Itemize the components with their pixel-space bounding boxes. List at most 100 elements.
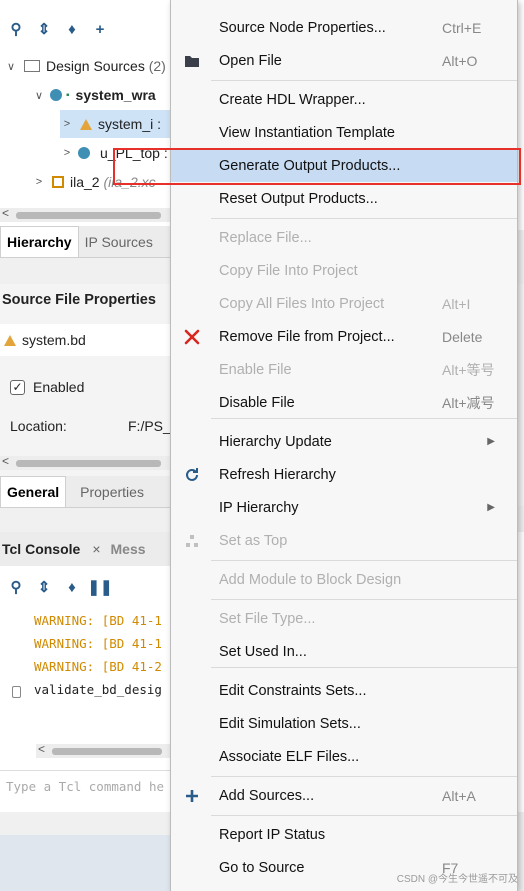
menu-item-disable-file[interactable]: Disable File Alt+减号 xyxy=(171,386,517,419)
module-dot-icon xyxy=(78,147,90,159)
menu-item-open-file[interactable]: Open File Alt+O xyxy=(171,44,517,77)
tab-ip-sources[interactable]: IP Sources xyxy=(79,226,159,257)
menu-item-view-instantiation-template[interactable]: View Instantiation Template xyxy=(171,116,517,149)
hierarchy-icon xyxy=(181,530,203,552)
context-menu: Source Node Properties... Ctrl+E Open File… xyxy=(170,0,518,891)
menu-separator xyxy=(211,599,517,600)
block-design-icon xyxy=(4,334,16,346)
tree-label: ila_2 xyxy=(70,174,100,190)
menu-item-remove-file-from-project[interactable]: Remove File from Project... Delete xyxy=(171,320,517,353)
menu-item-reset-output-products[interactable]: Reset Output Products... xyxy=(171,182,517,215)
count-badge: (2) xyxy=(148,58,166,74)
scrollbar-thumb[interactable] xyxy=(16,460,161,467)
tab-tcl-console[interactable]: Tcl Console xyxy=(0,541,80,557)
console-line: WARNING: [BD 41-1 xyxy=(34,636,162,651)
expand-all-icon[interactable]: ♦ xyxy=(62,577,82,597)
menu-item-set-used-in[interactable]: Set Used In... xyxy=(171,635,517,668)
console-toolbar: ⚲ ⇕ ♦ ❚❚ xyxy=(0,572,170,602)
menu-item-label: Report IP Status xyxy=(219,826,326,843)
tree-system-i[interactable]: > system_i : xyxy=(60,110,170,138)
tab-properties[interactable]: Properties xyxy=(66,476,150,507)
enabled-checkbox[interactable]: ✓ xyxy=(10,379,25,395)
menu-item-label: Edit Constraints Sets... xyxy=(219,682,367,699)
horizontal-scrollbar[interactable]: < xyxy=(36,742,170,758)
menu-item-label: Source Node Properties... xyxy=(219,19,386,36)
menu-item-edit-simulation-sets[interactable]: Edit Simulation Sets... xyxy=(171,707,517,740)
menu-item-label: Reset Output Products... xyxy=(219,190,378,207)
block-design-icon xyxy=(80,118,92,130)
bottom-strip xyxy=(0,835,170,891)
menu-item-ip-hierarchy[interactable]: IP Hierarchy ▶ xyxy=(171,491,517,524)
scrollbar-thumb[interactable] xyxy=(52,748,162,755)
red-x-icon xyxy=(181,326,203,348)
menu-item-add-module-to-block-design: Add Module to Block Design xyxy=(171,563,517,596)
menu-item-add-sources[interactable]: Add Sources... Alt+A xyxy=(171,779,517,812)
scroll-left-icon[interactable]: < xyxy=(2,454,9,468)
menu-item-generate-output-products[interactable]: Generate Output Products... xyxy=(171,149,517,182)
menu-item-label: Generate Output Products... xyxy=(219,157,401,174)
search-icon[interactable]: ⚲ xyxy=(6,577,26,597)
menu-item-report-ip-status[interactable]: Report IP Status xyxy=(171,818,517,851)
ip-icon xyxy=(52,176,64,188)
menu-item-label: Set Used In... xyxy=(219,643,307,660)
menu-item-enable-file: Enable File Alt+等号 xyxy=(171,353,517,386)
menu-item-replace-file: Replace File... xyxy=(171,221,517,254)
submenu-arrow-icon: ▶ xyxy=(487,502,495,513)
tree-label: system_i : xyxy=(98,116,162,132)
close-icon[interactable]: × xyxy=(92,541,100,557)
tree-label: Design Sources xyxy=(46,58,145,74)
scroll-left-icon[interactable]: < xyxy=(38,742,45,756)
menu-item-label: Add Module to Block Design xyxy=(219,571,402,588)
menu-separator xyxy=(211,80,517,81)
chevron-right-icon[interactable]: > xyxy=(60,118,74,130)
scroll-left-icon[interactable]: < xyxy=(2,206,9,220)
tab-messages[interactable]: Mess xyxy=(111,541,146,557)
tree-pl-top[interactable]: > u_PL_top : xyxy=(60,139,168,167)
menu-separator xyxy=(211,418,517,419)
tcl-command-input[interactable]: Type a Tcl command he xyxy=(0,770,170,798)
menu-item-refresh-hierarchy[interactable]: Refresh Hierarchy xyxy=(171,458,517,491)
add-icon[interactable]: + xyxy=(90,19,110,39)
enabled-row: ✓ Enabled xyxy=(10,379,84,395)
menu-separator xyxy=(211,218,517,219)
menu-item-label: Open File xyxy=(219,52,282,69)
chevron-down-icon[interactable]: ∨ xyxy=(32,89,46,102)
tab-general[interactable]: General xyxy=(0,476,67,507)
chevron-down-icon[interactable]: ∨ xyxy=(4,60,18,73)
menu-item-copy-file-into-project: Copy File Into Project xyxy=(171,254,517,287)
menu-item-label: Set as Top xyxy=(219,532,288,549)
refresh-icon xyxy=(181,464,203,486)
menu-item-associate-elf-files[interactable]: Associate ELF Files... xyxy=(171,740,517,773)
chevron-right-icon[interactable]: > xyxy=(32,176,46,188)
pause-icon[interactable]: ❚❚ xyxy=(87,577,112,597)
chevron-right-icon[interactable]: > xyxy=(60,147,74,159)
menu-item-hierarchy-update[interactable]: Hierarchy Update ▶ xyxy=(171,425,517,458)
location-label: Location: xyxy=(10,418,67,434)
collapse-all-icon[interactable]: ⇕ xyxy=(34,19,54,39)
sources-toolbar: ⚲ ⇕ ♦ + xyxy=(0,14,170,44)
menu-item-label: Enable File xyxy=(219,361,292,378)
horizontal-scrollbar[interactable]: < xyxy=(0,454,170,470)
menu-item-copy-all-files-into-project: Copy All Files Into Project Alt+I xyxy=(171,287,517,320)
menu-item-set-file-type: Set File Type... xyxy=(171,602,517,635)
menu-item-source-node-properties[interactable]: Source Node Properties... Ctrl+E xyxy=(171,11,517,44)
tree-detail: (ila_2.xc xyxy=(103,174,156,190)
submenu-arrow-icon: ▶ xyxy=(487,436,495,447)
fold-icon[interactable] xyxy=(12,686,21,698)
folder-icon xyxy=(181,50,203,72)
menu-item-label: Replace File... xyxy=(219,229,312,246)
menu-item-edit-constraints-sets[interactable]: Edit Constraints Sets... xyxy=(171,674,517,707)
scrollbar-thumb[interactable] xyxy=(16,212,161,219)
tab-hierarchy[interactable]: Hierarchy xyxy=(0,226,79,257)
horizontal-scrollbar[interactable]: < xyxy=(0,206,170,222)
tree-label: u_PL_top : xyxy=(100,145,168,161)
search-icon[interactable]: ⚲ xyxy=(6,19,26,39)
plus-icon xyxy=(181,785,203,807)
tree-system-wrapper[interactable]: ∨ ▪ system_wra xyxy=(32,81,156,109)
expand-all-icon[interactable]: ♦ xyxy=(62,19,82,39)
menu-item-create-hdl-wrapper[interactable]: Create HDL Wrapper... xyxy=(171,83,517,116)
collapse-all-icon[interactable]: ⇕ xyxy=(34,577,54,597)
tree-design-sources[interactable]: ∨ Design Sources (2) xyxy=(4,52,166,80)
tree-ila[interactable]: > ila_2 (ila_2.xc xyxy=(32,168,156,196)
menu-item-label: Associate ELF Files... xyxy=(219,748,360,765)
